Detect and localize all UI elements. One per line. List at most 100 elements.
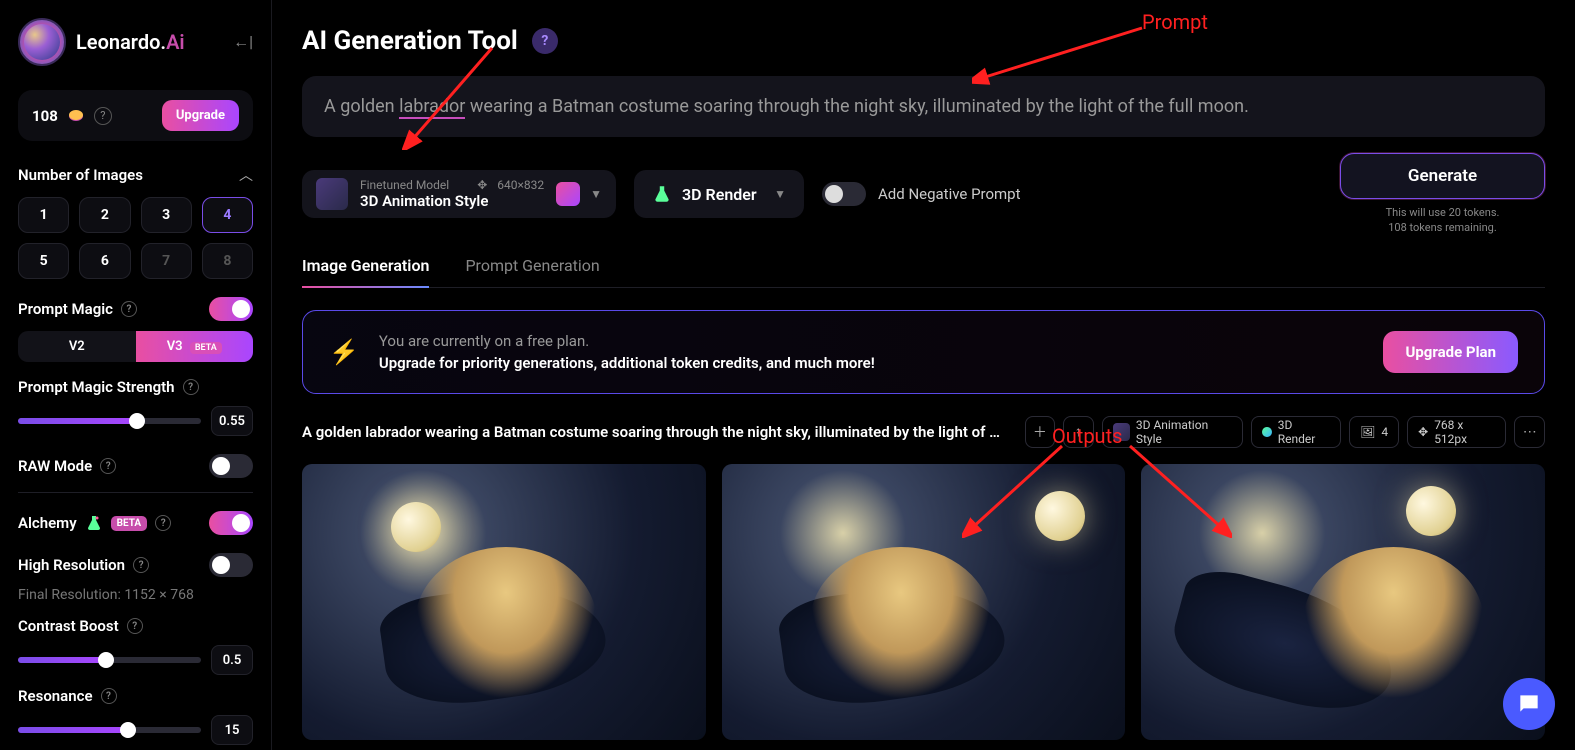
prompt-magic-v2[interactable]: V2 (18, 331, 136, 362)
num-images-title: Number of Images (18, 166, 143, 184)
style-select[interactable]: 3D Render ▼ (634, 170, 804, 218)
prompt-magic-version: V2 V3 BETA (18, 331, 253, 362)
collapse-sidebar-icon[interactable]: ←| (233, 32, 253, 52)
output-image-3[interactable] (1141, 464, 1545, 740)
prompt-magic-toggle[interactable] (209, 297, 253, 321)
help-badge[interactable]: ? (532, 28, 558, 54)
chip-model[interactable]: 3D Animation Style (1102, 416, 1244, 448)
chevron-down-icon: ▼ (774, 187, 786, 201)
num-images-grid: 1 2 3 4 5 6 7 8 (18, 197, 253, 279)
brand-text-main: Leonardo. (76, 30, 166, 54)
model-name: 3D Animation Style (360, 192, 544, 210)
tabs: Image Generation Prompt Generation (302, 256, 1545, 288)
prompt-magic-strength-label: Prompt Magic Strength? (18, 378, 253, 396)
flask-icon (652, 184, 672, 204)
chip-style[interactable]: 3D Render (1251, 416, 1341, 448)
brand-text-suffix: Ai (166, 30, 185, 54)
coin-icon (68, 108, 84, 124)
upgrade-banner: ⚡ You are currently on a free plan. Upgr… (302, 310, 1545, 394)
credits-bar: 108 ? Upgrade (18, 90, 253, 141)
contrast-boost-label: Contrast Boost? (18, 617, 253, 635)
upload-icon[interactable]: ↑ (1063, 416, 1094, 448)
chip-count[interactable]: 🖼4 (1349, 416, 1399, 448)
num-btn-7: 7 (141, 243, 192, 279)
result-actions: ＋ ↑ 3D Animation Style 3D Render 🖼4 ✥768… (1025, 416, 1545, 448)
brand-logo (18, 18, 66, 66)
help-icon[interactable]: ? (155, 515, 171, 531)
upgrade-plan-button[interactable]: Upgrade Plan (1383, 331, 1518, 373)
raw-mode-label: RAW Mode? (18, 457, 116, 475)
prompt-magic-strength-slider[interactable]: 0.55 (18, 406, 253, 436)
token-info: This will use 20 tokens. 108 tokens rema… (1386, 205, 1500, 236)
chevron-up-icon: ︿ (239, 165, 253, 185)
chevron-down-icon: ▼ (590, 187, 602, 201)
page-title: AI Generation Tool (302, 26, 518, 56)
image-icon: 🖼 (1360, 425, 1375, 439)
result-header: A golden labrador wearing a Batman costu… (302, 416, 1545, 448)
tab-image-generation[interactable]: Image Generation (302, 256, 429, 287)
num-btn-5[interactable]: 5 (18, 243, 69, 279)
prompt-magic-strength-value: 0.55 (211, 406, 253, 436)
more-icon[interactable]: ⋯ (1514, 416, 1545, 448)
result-prompt: A golden labrador wearing a Batman costu… (302, 423, 1001, 441)
model-select[interactable]: Finetuned Model ✥640×832 3D Animation St… (302, 170, 616, 218)
help-icon[interactable]: ? (121, 301, 137, 317)
prompt-input[interactable]: A golden labrador wearing a Batman costu… (302, 76, 1545, 137)
beta-badge: BETA (111, 516, 148, 531)
controls-row: Finetuned Model ✥640×832 3D Animation St… (302, 153, 1545, 236)
generate-button[interactable]: Generate (1340, 153, 1545, 199)
upgrade-button[interactable]: Upgrade (162, 100, 239, 131)
add-icon[interactable]: ＋ (1025, 416, 1056, 448)
negative-prompt-row: Add Negative Prompt (822, 182, 1021, 206)
prompt-magic-v3[interactable]: V3 BETA (136, 331, 254, 362)
negative-prompt-toggle[interactable] (822, 182, 866, 206)
help-icon[interactable]: ? (94, 107, 112, 125)
output-image-2[interactable] (722, 464, 1126, 740)
model-thumbnail (316, 178, 348, 210)
flask-icon (85, 514, 103, 532)
main: AI Generation Tool ? A golden labrador w… (272, 0, 1575, 750)
style-name: 3D Render (682, 185, 764, 204)
high-res-toggle[interactable] (209, 553, 253, 577)
high-res-row: High Resolution? (18, 553, 253, 577)
tab-prompt-generation[interactable]: Prompt Generation (465, 256, 599, 287)
resonance-label: Resonance? (18, 687, 253, 705)
help-icon[interactable]: ? (183, 379, 199, 395)
num-btn-2[interactable]: 2 (79, 197, 130, 233)
help-icon[interactable]: ? (127, 618, 143, 634)
divider (18, 492, 253, 493)
num-images-header[interactable]: Number of Images ︿ (18, 165, 253, 185)
output-image-1[interactable] (302, 464, 706, 740)
brand: Leonardo.Ai ←| (18, 18, 253, 66)
banner-line2: Upgrade for priority generations, additi… (379, 354, 1364, 372)
high-res-label: High Resolution? (18, 556, 149, 574)
alchemy-row: Alchemy BETA ? (18, 511, 253, 535)
raw-mode-toggle[interactable] (209, 454, 253, 478)
chat-bubble[interactable] (1503, 678, 1555, 730)
prompt-magic-label: Prompt Magic? (18, 300, 137, 318)
num-btn-6[interactable]: 6 (79, 243, 130, 279)
credits-amount: 108 (32, 107, 58, 125)
num-btn-3[interactable]: 3 (141, 197, 192, 233)
contrast-boost-slider[interactable]: 0.5 (18, 645, 253, 675)
gallery (302, 464, 1545, 740)
page-title-row: AI Generation Tool ? (302, 26, 1545, 56)
chip-dimensions[interactable]: ✥768 x 512px (1407, 416, 1506, 448)
alchemy-toggle[interactable] (209, 511, 253, 535)
prompt-magic-row: Prompt Magic? (18, 297, 253, 321)
lightning-icon: ⚡ (329, 338, 359, 366)
num-btn-8: 8 (202, 243, 253, 279)
num-btn-4[interactable]: 4 (202, 197, 253, 233)
resonance-value: 15 (211, 715, 253, 745)
resonance-slider[interactable]: 15 (18, 715, 253, 745)
num-btn-1[interactable]: 1 (18, 197, 69, 233)
brand-name: Leonardo.Ai (76, 30, 185, 54)
contrast-boost-value: 0.5 (211, 645, 253, 675)
help-icon[interactable]: ? (133, 557, 149, 573)
model-settings-icon[interactable] (556, 182, 580, 206)
negative-prompt-label: Add Negative Prompt (878, 185, 1021, 203)
help-icon[interactable]: ? (100, 458, 116, 474)
alchemy-label: Alchemy BETA ? (18, 514, 171, 532)
expand-icon: ✥ (1418, 425, 1428, 439)
help-icon[interactable]: ? (101, 688, 117, 704)
